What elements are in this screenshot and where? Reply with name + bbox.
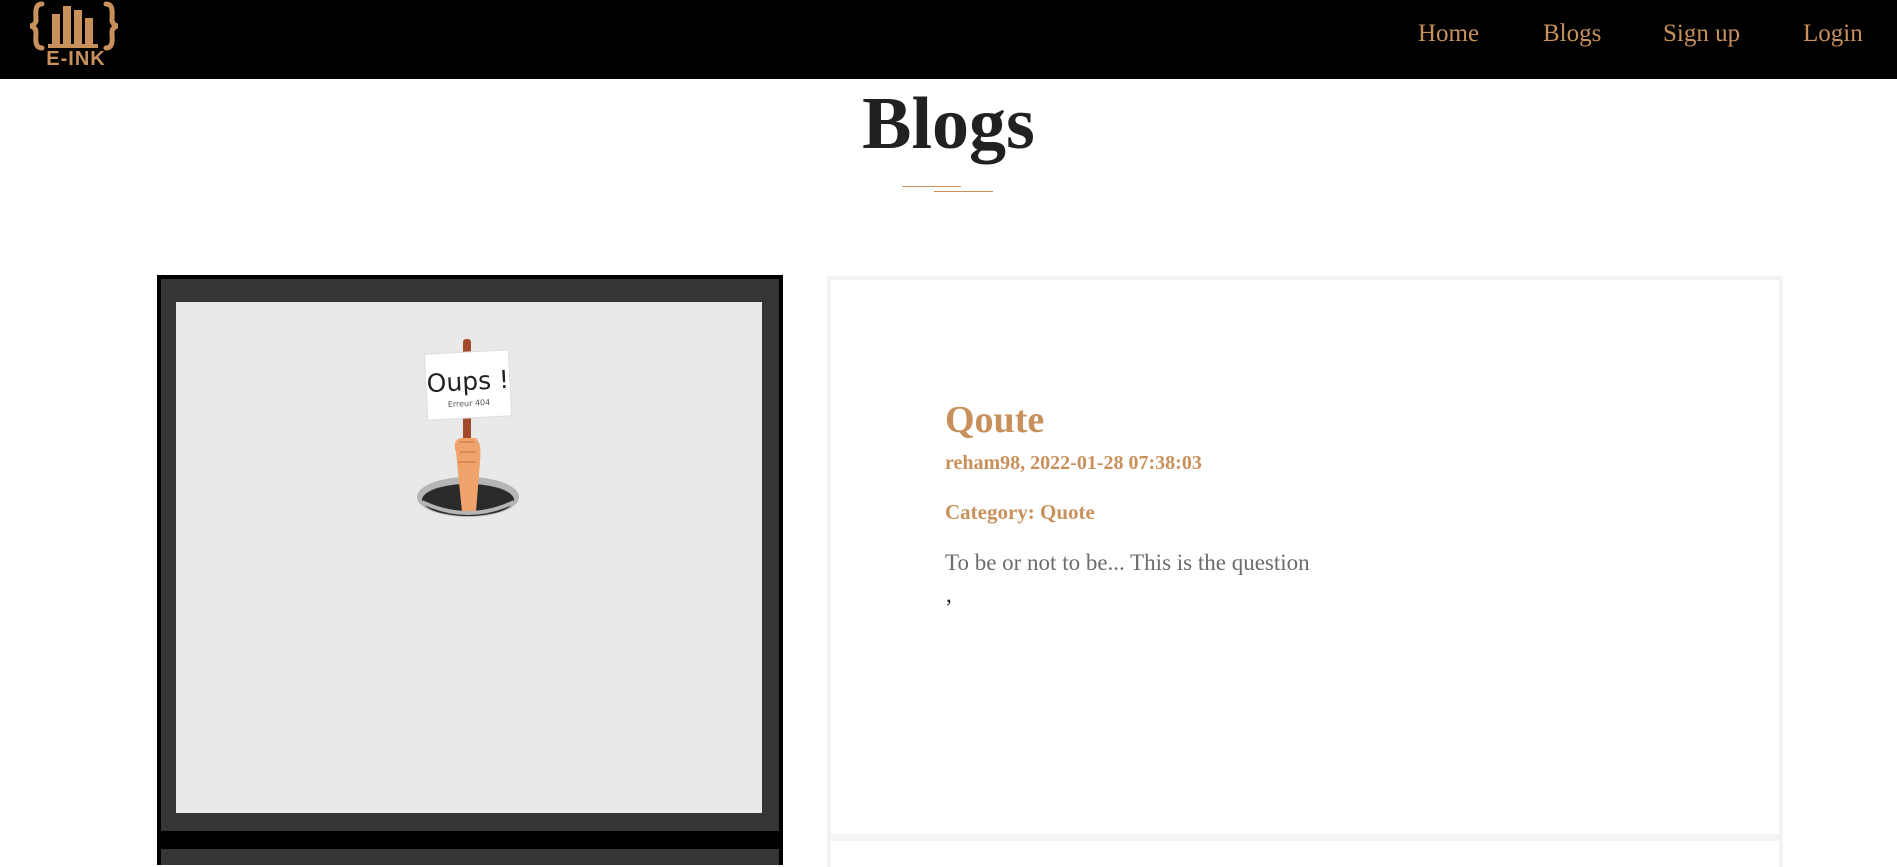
sign-text: Oups ! xyxy=(426,365,510,398)
next-post-card xyxy=(827,837,1783,867)
logo[interactable]: E-INK xyxy=(28,0,120,72)
nav-link-home[interactable]: Home xyxy=(1418,20,1479,48)
navbar: E-INK Home Blogs Sign up Login xyxy=(0,0,1897,79)
title-divider-right xyxy=(934,191,993,192)
post-category: Category: Quote xyxy=(945,500,1095,524)
post-body: To be or not to be... This is the questi… xyxy=(945,550,1310,575)
nav-link-signup[interactable]: Sign up xyxy=(1663,20,1740,48)
nav-link-login[interactable]: Login xyxy=(1803,20,1863,48)
logo-icon xyxy=(29,1,119,51)
frame-gap xyxy=(157,835,783,845)
error-404-illustration: Oups ! Erreur 404 xyxy=(417,339,519,517)
logo-text: E-INK xyxy=(46,48,106,70)
post-trailing-text: , xyxy=(946,582,952,607)
nav-link-blogs[interactable]: Blogs xyxy=(1543,20,1601,48)
post-title[interactable]: Qoute xyxy=(945,398,1044,442)
next-post-image-frame xyxy=(157,845,783,865)
title-divider-left xyxy=(902,186,961,187)
post-meta: reham98, 2022-01-28 07:38:03 xyxy=(945,452,1202,474)
page-title: Blogs xyxy=(862,83,1035,165)
post-image[interactable]: Oups ! Erreur 404 xyxy=(176,302,762,813)
